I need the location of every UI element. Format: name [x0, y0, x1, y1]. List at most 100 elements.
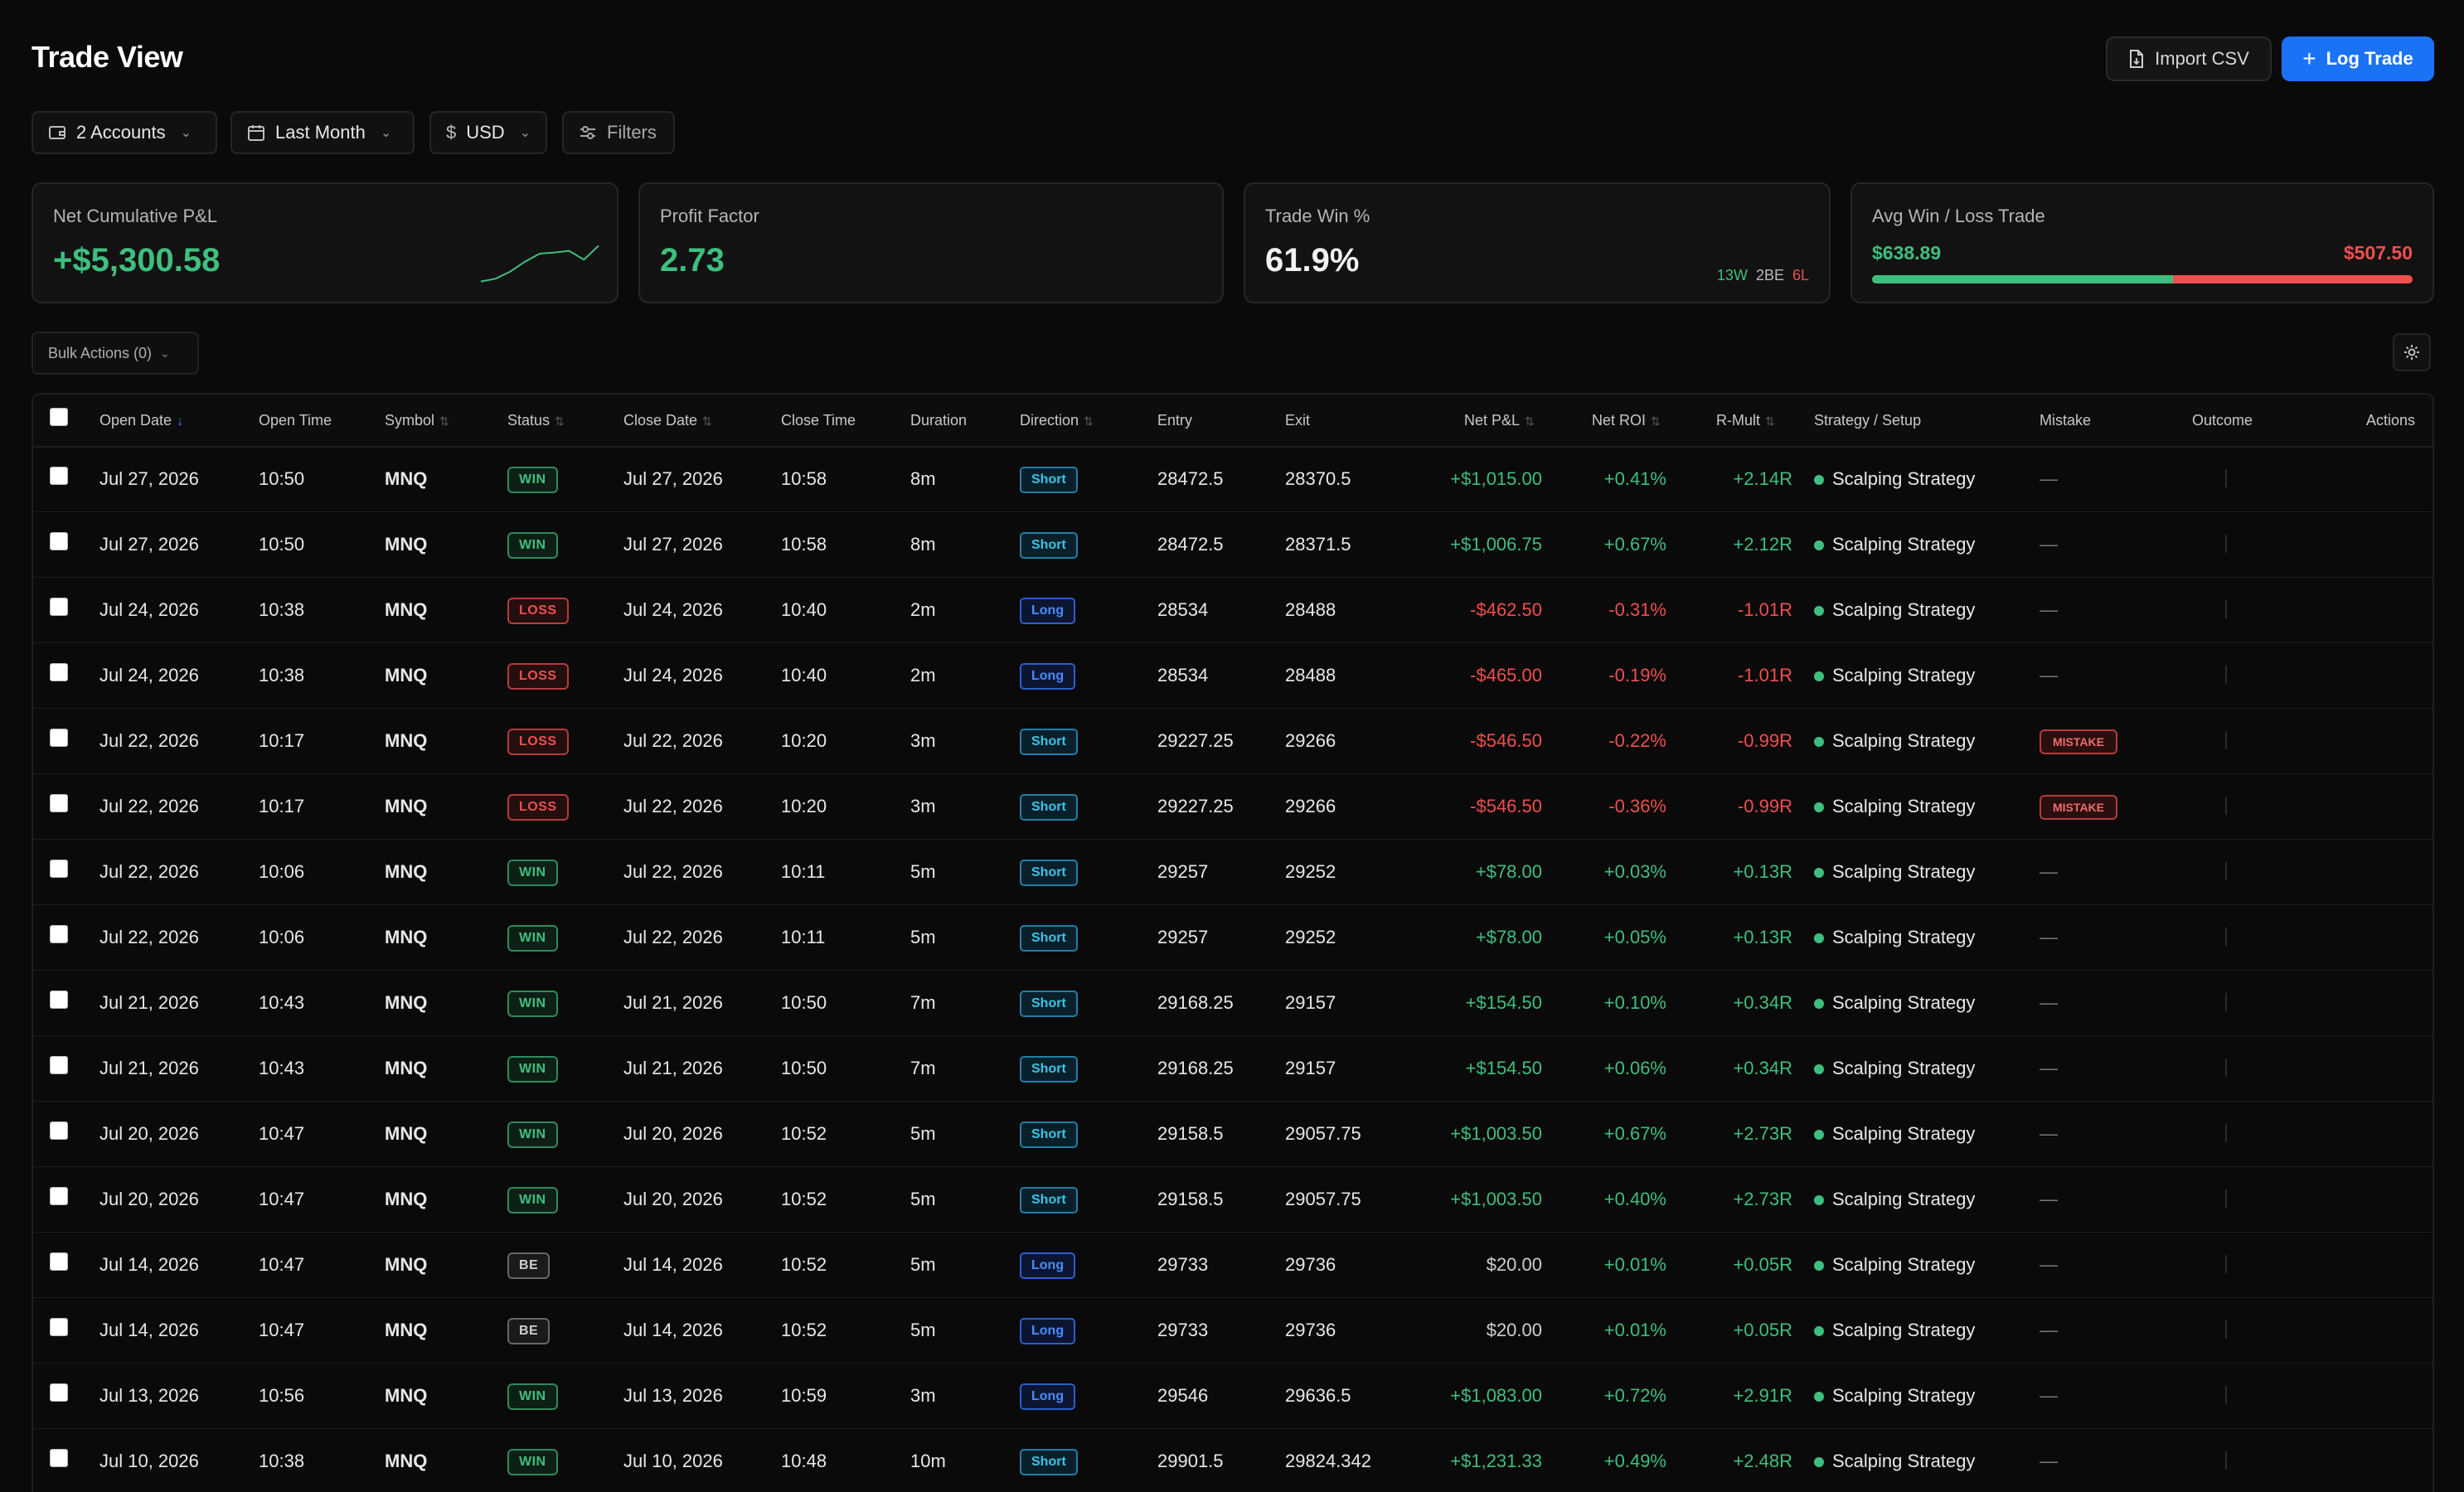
table-row[interactable]: Jul 20, 2026 10:47 MNQ WIN Jul 20, 2026 … [33, 1166, 2432, 1233]
period-filter[interactable]: Last Month ⌄ [230, 111, 415, 154]
import-csv-button[interactable]: Import CSV [2106, 36, 2272, 81]
exit-cell: 29057.75 [1285, 1189, 1361, 1209]
col-net-pnl[interactable]: Net P&L ⇅ [1464, 395, 1535, 446]
outcome-cell[interactable] [2225, 731, 2227, 749]
accounts-filter[interactable]: 2 Accounts ⌄ [32, 111, 217, 154]
row-checkbox[interactable] [50, 532, 68, 550]
row-checkbox[interactable] [50, 1121, 68, 1140]
col-status[interactable]: Status ⇅ [507, 395, 565, 446]
row-checkbox[interactable] [50, 860, 68, 878]
table-settings-button[interactable] [2393, 333, 2431, 371]
strategy-dot-icon [1814, 802, 1824, 813]
row-checkbox[interactable] [50, 729, 68, 747]
row-checkbox[interactable] [50, 1056, 68, 1074]
strategy-cell[interactable]: Scalping Strategy [1832, 861, 1975, 882]
row-checkbox[interactable] [50, 1449, 68, 1467]
strategy-cell[interactable]: Scalping Strategy [1832, 730, 1975, 751]
symbol-cell: MNQ [385, 927, 428, 947]
row-checkbox[interactable] [50, 1187, 68, 1205]
outcome-cell[interactable] [2225, 666, 2227, 684]
col-r-mult[interactable]: R-Mult ⇅ [1716, 395, 1775, 446]
table-row[interactable]: Jul 14, 2026 10:47 MNQ BE Jul 14, 2026 1… [33, 1297, 2432, 1364]
outcome-cell[interactable] [2225, 928, 2227, 946]
table-row[interactable]: Jul 22, 2026 10:17 MNQ LOSS Jul 22, 2026… [33, 773, 2432, 840]
row-checkbox[interactable] [50, 991, 68, 1009]
row-checkbox[interactable] [50, 1318, 68, 1336]
row-checkbox[interactable] [50, 1252, 68, 1271]
status-badge: WIN [507, 1449, 558, 1476]
outcome-cell[interactable] [2225, 1451, 2227, 1470]
table-row[interactable]: Jul 24, 2026 10:38 MNQ LOSS Jul 24, 2026… [33, 642, 2432, 709]
outcome-cell[interactable] [2225, 469, 2227, 487]
table-row[interactable]: Jul 27, 2026 10:50 MNQ WIN Jul 27, 2026 … [33, 446, 2432, 512]
strategy-cell[interactable]: Scalping Strategy [1832, 468, 1975, 489]
filters-button[interactable]: Filters [562, 111, 675, 154]
open-time-cell: 10:17 [259, 730, 305, 751]
table-row[interactable]: Jul 10, 2026 10:38 MNQ WIN Jul 10, 2026 … [33, 1428, 2432, 1492]
outcome-cell[interactable] [2225, 535, 2227, 553]
close-time-cell: 10:40 [781, 599, 827, 620]
duration-cell: 5m [910, 1320, 936, 1340]
strategy-cell[interactable]: Scalping Strategy [1832, 1451, 1975, 1471]
bulk-actions-dropdown[interactable]: Bulk Actions (0) ⌄ [32, 332, 199, 375]
direction-badge: Short [1020, 467, 1078, 494]
col-net-roi[interactable]: Net ROI ⇅ [1592, 395, 1661, 446]
row-checkbox[interactable] [50, 598, 68, 616]
r-mult-cell: +0.34R [1733, 1058, 1792, 1078]
close-date-cell: Jul 14, 2026 [623, 1254, 723, 1275]
row-checkbox[interactable] [50, 925, 68, 943]
strategy-cell[interactable]: Scalping Strategy [1832, 992, 1975, 1013]
outcome-cell[interactable] [2225, 1255, 2227, 1273]
col-close-date[interactable]: Close Date ⇅ [623, 395, 712, 446]
log-trade-button[interactable]: + Log Trade [2282, 36, 2434, 81]
col-open-date[interactable]: Open Date ↓ [99, 395, 183, 446]
outcome-cell[interactable] [2225, 1124, 2227, 1142]
strategy-cell[interactable]: Scalping Strategy [1832, 1189, 1975, 1209]
table-row[interactable]: Jul 14, 2026 10:47 MNQ BE Jul 14, 2026 1… [33, 1232, 2432, 1298]
table-row[interactable]: Jul 22, 2026 10:17 MNQ LOSS Jul 22, 2026… [33, 708, 2432, 774]
strategy-cell[interactable]: Scalping Strategy [1832, 534, 1975, 555]
outcome-cell[interactable] [2225, 862, 2227, 880]
mistake-badge[interactable]: MISTAKE [2040, 729, 2117, 755]
strategy-cell[interactable]: Scalping Strategy [1832, 1058, 1975, 1078]
table-row[interactable]: Jul 13, 2026 10:56 MNQ WIN Jul 13, 2026 … [33, 1363, 2432, 1429]
direction-badge: Long [1020, 1383, 1076, 1411]
strategy-cell[interactable]: Scalping Strategy [1832, 599, 1975, 620]
strategy-cell[interactable]: Scalping Strategy [1832, 796, 1975, 816]
net-pnl-card: Net Cumulative P&L +$5,300.58 [32, 182, 618, 303]
col-close-time-label: Close Time [781, 412, 856, 429]
currency-filter[interactable]: $ USD ⌄ [429, 111, 547, 154]
table-row[interactable]: Jul 20, 2026 10:47 MNQ WIN Jul 20, 2026 … [33, 1101, 2432, 1167]
col-direction[interactable]: Direction ⇅ [1020, 395, 1094, 446]
strategy-cell[interactable]: Scalping Strategy [1832, 1123, 1975, 1144]
row-checkbox[interactable] [50, 663, 68, 681]
strategy-cell[interactable]: Scalping Strategy [1832, 927, 1975, 947]
strategy-cell[interactable]: Scalping Strategy [1832, 1385, 1975, 1406]
table-row[interactable]: Jul 22, 2026 10:06 MNQ WIN Jul 22, 2026 … [33, 839, 2432, 905]
outcome-cell[interactable] [2225, 600, 2227, 618]
entry-cell: 29227.25 [1157, 796, 1234, 816]
outcome-cell[interactable] [2225, 1189, 2227, 1208]
net-roi-cell: +0.49% [1603, 1451, 1666, 1471]
outcome-cell[interactable] [2225, 797, 2227, 815]
strategy-cell[interactable]: Scalping Strategy [1832, 1320, 1975, 1340]
outcome-cell[interactable] [2225, 1058, 2227, 1077]
table-row[interactable]: Jul 21, 2026 10:43 MNQ WIN Jul 21, 2026 … [33, 970, 2432, 1036]
outcome-cell[interactable] [2225, 1386, 2227, 1404]
row-checkbox[interactable] [50, 467, 68, 485]
col-symbol[interactable]: Symbol ⇅ [385, 395, 449, 446]
outcome-cell[interactable] [2225, 993, 2227, 1011]
duration-cell: 3m [910, 730, 936, 751]
row-checkbox[interactable] [50, 1383, 68, 1402]
row-checkbox[interactable] [50, 794, 68, 812]
table-row[interactable]: Jul 24, 2026 10:38 MNQ LOSS Jul 24, 2026… [33, 577, 2432, 643]
select-all-checkbox[interactable] [50, 408, 68, 426]
table-row[interactable]: Jul 21, 2026 10:43 MNQ WIN Jul 21, 2026 … [33, 1035, 2432, 1102]
mistake-badge[interactable]: MISTAKE [2040, 795, 2117, 821]
outcome-cell[interactable] [2225, 1320, 2227, 1339]
strategy-cell[interactable]: Scalping Strategy [1832, 665, 1975, 685]
strategy-cell[interactable]: Scalping Strategy [1832, 1254, 1975, 1275]
col-actions: Actions [2366, 395, 2415, 446]
table-row[interactable]: Jul 22, 2026 10:06 MNQ WIN Jul 22, 2026 … [33, 904, 2432, 971]
table-row[interactable]: Jul 27, 2026 10:50 MNQ WIN Jul 27, 2026 … [33, 511, 2432, 578]
